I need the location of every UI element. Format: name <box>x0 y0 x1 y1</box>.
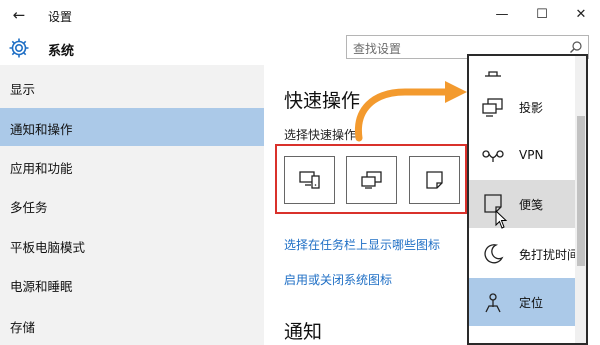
dropdown-item-label: 投影 <box>519 101 544 115</box>
maximize-button[interactable]: ☐ <box>524 3 560 27</box>
dropdown-scrollbar-thumb[interactable] <box>577 116 585 266</box>
sidebar-item-storage[interactable]: 存储 <box>0 306 264 344</box>
sidebar: 显示 通知和操作 应用和功能 多任务 平板电脑模式 电源和睡眠 存储 <box>0 65 264 345</box>
sidebar-item-power[interactable]: 电源和睡眠 <box>0 265 264 303</box>
dropdown-item-location[interactable]: 定位 <box>469 278 575 326</box>
project-icon <box>361 171 382 189</box>
dropdown-item-label: VPN <box>519 148 544 162</box>
sidebar-item-display[interactable]: 显示 <box>0 68 264 106</box>
link-system-icons[interactable]: 启用或关闭系统图标 <box>284 271 392 288</box>
vpn-icon <box>482 150 504 162</box>
quick-action-dropdown[interactable]: 投影 VPN 便笺 免打扰时间 定位 <box>467 54 588 345</box>
dropdown-item-label: 便笺 <box>519 198 544 212</box>
sidebar-item-label: 电源和睡眠 <box>10 279 73 294</box>
gear-icon <box>9 38 29 58</box>
back-button[interactable]: ← <box>8 5 30 25</box>
annotation-arrow-icon <box>354 81 467 142</box>
sidebar-item-tablet-mode[interactable]: 平板电脑模式 <box>0 226 264 264</box>
search-icon[interactable] <box>569 40 583 54</box>
app-name: 系统 <box>48 44 75 59</box>
quick-action-project[interactable] <box>346 156 397 204</box>
partial-icon <box>485 71 501 77</box>
quick-action-note[interactable] <box>409 156 460 204</box>
dropdown-item-project[interactable]: 投影 <box>469 83 575 131</box>
mouse-cursor-icon <box>495 210 508 229</box>
sidebar-item-label: 存储 <box>10 320 36 335</box>
note-icon <box>426 171 443 189</box>
project-icon <box>482 98 503 117</box>
sidebar-item-label: 平板电脑模式 <box>10 240 86 255</box>
notifications-heading: 通知 <box>284 321 323 343</box>
search-placeholder: 查找设置 <box>353 42 402 56</box>
dropdown-item-vpn[interactable]: VPN <box>469 132 575 180</box>
minimize-button[interactable]: — <box>484 3 520 27</box>
sidebar-item-label: 通知和操作 <box>10 122 73 137</box>
dropdown-item-label: 免打扰时间 <box>519 248 580 262</box>
quick-action-tablet-mode[interactable] <box>284 156 335 204</box>
sidebar-item-label: 多任务 <box>10 200 48 215</box>
sidebar-item-multitasking[interactable]: 多任务 <box>0 186 264 224</box>
window-title: 设置 <box>48 10 73 24</box>
link-taskbar-icons[interactable]: 选择在任务栏上显示哪些图标 <box>284 236 440 253</box>
dropdown-item-quiet-hours[interactable]: 免打扰时间 <box>469 230 579 278</box>
close-button[interactable]: ✕ <box>563 3 599 27</box>
title-bar: ← 设置 — ☐ ✕ <box>0 0 600 31</box>
tablet-mode-icon <box>299 171 320 189</box>
sidebar-item-notifications[interactable]: 通知和操作 <box>0 108 264 146</box>
dropdown-item-label: 定位 <box>519 296 544 310</box>
sidebar-item-label: 应用和功能 <box>10 161 73 176</box>
dropdown-item-note[interactable]: 便笺 <box>469 180 575 228</box>
sidebar-item-label: 显示 <box>10 82 36 97</box>
moon-icon <box>484 244 504 264</box>
sidebar-item-apps[interactable]: 应用和功能 <box>0 147 264 185</box>
location-icon <box>485 293 501 313</box>
